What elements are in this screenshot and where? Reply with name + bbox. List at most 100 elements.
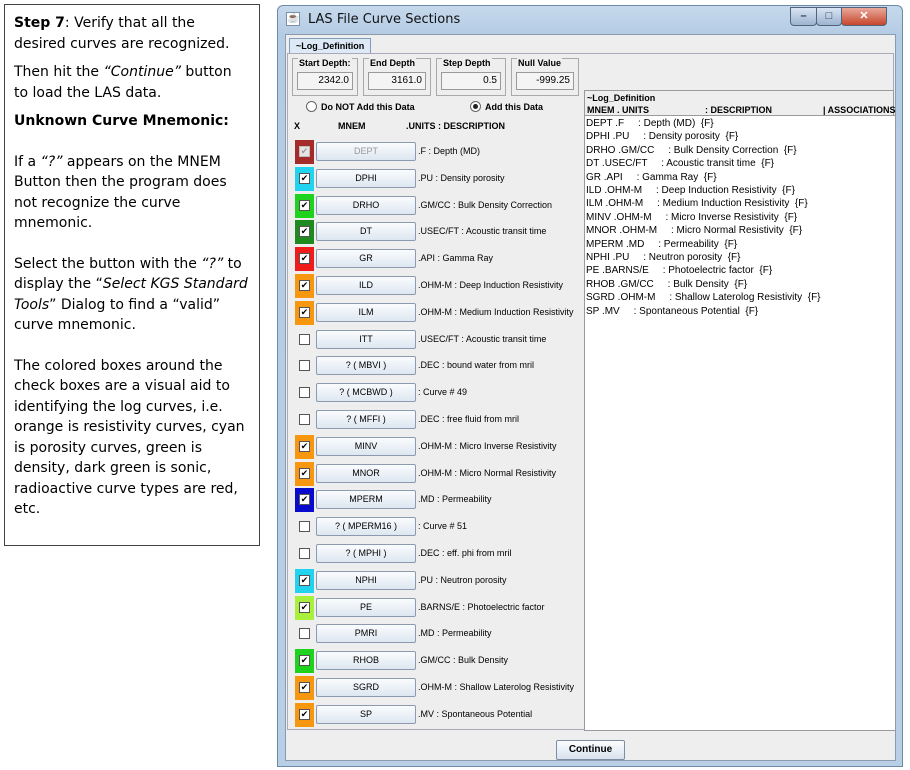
curve-checkbox[interactable]: ✔ [299, 655, 310, 667]
curve-checkbox[interactable]: ✔ [299, 494, 310, 506]
curve-color-indicator: ✔ [295, 461, 314, 486]
curve-row: ? ( MCBWD ): Curve # 49 [290, 380, 580, 406]
curve-checkbox[interactable]: ✔ [299, 574, 310, 586]
end-depth-group: End Depth 3161.0 [363, 58, 431, 96]
colors-paragraph: The colored boxes around the check boxes… [14, 357, 245, 518]
curve-color-indicator [295, 354, 314, 378]
mnem-button[interactable]: ? ( MPERM16 ) [316, 517, 416, 537]
curve-checkbox[interactable]: ✔ [299, 306, 310, 318]
close-button[interactable]: ✕ [841, 7, 887, 26]
curve-checkbox[interactable]: ✔ [299, 682, 310, 693]
curve-checkbox[interactable]: ✔ [299, 146, 310, 157]
curve-checkbox[interactable]: ✔ [299, 199, 310, 211]
mnem-button[interactable]: DPHI [316, 168, 416, 188]
mnem-button[interactable]: NPHI [316, 570, 416, 590]
tab-log-definition[interactable]: ~Log_Definition [289, 38, 372, 54]
null-value-field[interactable]: -999.25 [516, 72, 574, 90]
curve-checkbox[interactable]: ✔ [299, 601, 310, 613]
mnem-button[interactable]: ITT [316, 329, 416, 349]
curve-row: ? ( MFFI ) .DEC : free fluid from mril [290, 407, 580, 433]
col-header-x: X [294, 121, 301, 131]
minimize-button[interactable]: – [790, 7, 817, 26]
log-definition-line: NPHI .PU : Neutron porosity {F} [586, 252, 741, 264]
curve-checkbox[interactable] [299, 387, 310, 399]
curve-checkbox[interactable]: ✔ [299, 440, 310, 452]
curve-description: .OHM-M : Micro Normal Resistivity [418, 467, 557, 478]
continue-button[interactable]: Continue [556, 740, 625, 760]
curve-description: .PU : Density porosity [418, 172, 505, 183]
curve-row: ✔ DEPT .F : Depth (MD) [290, 139, 580, 165]
curve-row: PMRI .MD : Permeability [290, 621, 580, 647]
mnem-button[interactable]: DEPT [316, 142, 416, 161]
curve-checkbox[interactable]: ✔ [299, 172, 310, 184]
radio-circle[interactable] [306, 101, 317, 112]
curve-color-indicator: ✔ [295, 193, 314, 218]
step-paragraph: Step 7: Verify that all the desired curv… [14, 13, 250, 54]
curve-color-indicator: ✔ [295, 247, 314, 272]
curve-row: ✔ DPHI .PU : Density porosity [290, 166, 580, 192]
curve-color-indicator: ✔ [295, 300, 314, 325]
log-definition-line: MNOR .OHM-M : Micro Normal Resistivity {… [586, 225, 803, 237]
mnem-button[interactable]: ? ( MBVI ) [316, 356, 416, 376]
curve-checkbox[interactable]: ✔ [299, 708, 310, 720]
radio-do-not-add[interactable]: Do NOT Add this Data [306, 101, 415, 112]
select-paragraph: Select the button with the “?” to displa… [14, 254, 250, 336]
curve-checkbox[interactable] [299, 333, 310, 345]
log-definition-text-area[interactable]: DEPT .F : Depth (MD) {F} DPHI .PU : Densi… [584, 115, 896, 731]
curve-row: ✔ ILD .OHM-M : Deep Induction Resistivity [290, 273, 580, 299]
curve-row: ✔ SGRD .OHM-M : Shallow Laterolog Resistiv… [290, 675, 580, 701]
end-depth-field[interactable]: 3161.0 [368, 72, 426, 90]
curve-description: .OHM-M : Deep Induction Resistivity [418, 280, 564, 290]
curve-description: : Curve # 49 [418, 387, 468, 398]
text: Then hit the [14, 64, 104, 80]
curve-row: ✔ RHOB .GM/CC : Bulk Density [290, 648, 580, 674]
mnem-button[interactable]: DT [316, 222, 416, 242]
step-depth-field[interactable]: 0.5 [441, 72, 501, 90]
curve-row: ✔ MNOR .OHM-M : Micro Normal Resistivity [290, 461, 580, 487]
curve-description: .PU : Neutron porosity [418, 574, 507, 585]
mnem-button[interactable]: ILM [316, 302, 416, 322]
mnem-button[interactable]: MINV [316, 436, 416, 456]
mnem-button[interactable]: GR [316, 249, 416, 269]
step-label: Step 7 [14, 15, 65, 31]
curve-color-indicator [295, 542, 314, 566]
start-depth-field[interactable]: 2342.0 [297, 72, 353, 90]
mnem-button[interactable]: MPERM [316, 490, 416, 510]
mnem-button[interactable]: ILD [316, 276, 416, 295]
curve-checkbox[interactable] [299, 360, 310, 372]
curve-row: ✔ MPERM .MD : Permeability [290, 487, 580, 513]
curve-checkbox[interactable] [299, 548, 310, 559]
mnem-button[interactable]: SP [316, 704, 416, 724]
curve-row: ? ( MBVI ) .DEC : bound water from mril [290, 353, 580, 379]
window-title: LAS File Curve Sections [308, 12, 461, 27]
curve-checkbox[interactable]: ✔ [299, 280, 310, 291]
curve-checkbox[interactable] [299, 414, 310, 425]
mnem-button[interactable]: RHOB [316, 651, 416, 671]
curve-description: .MD : Permeability [418, 494, 492, 505]
mnem-button[interactable]: MNOR [316, 463, 416, 483]
curve-checkbox[interactable]: ✔ [299, 253, 310, 265]
mnem-button[interactable]: PE [316, 597, 416, 617]
mnem-button[interactable]: ? ( MCBWD ) [316, 383, 416, 403]
mnem-button[interactable]: SGRD [316, 678, 416, 697]
curve-checkbox[interactable] [299, 521, 310, 533]
mnem-button[interactable]: PMRI [316, 624, 416, 644]
maximize-button[interactable]: □ [816, 7, 842, 26]
log-definition-line: SGRD .OHM-M : Shallow Laterolog Resistiv… [586, 292, 821, 304]
log-definition-line: PE .BARNS/E : Photoelectric factor {F} [586, 265, 773, 277]
mnem-button[interactable]: DRHO [316, 195, 416, 215]
curve-checkbox[interactable]: ✔ [299, 226, 310, 238]
col-header-mnem: MNEM [338, 121, 366, 131]
curve-checkbox[interactable] [299, 628, 310, 640]
curve-color-indicator: ✔ [295, 166, 314, 191]
mnem-button[interactable]: ? ( MFFI ) [316, 410, 416, 429]
mnem-button[interactable]: ? ( MPHI ) [316, 544, 416, 563]
log-definition-line: DPHI .PU : Density porosity {F} [586, 131, 739, 143]
radio-circle-selected[interactable] [470, 101, 481, 112]
title-bar[interactable]: ☕ LAS File Curve Sections – □ ✕ [278, 6, 902, 34]
curve-color-indicator: ✔ [295, 488, 314, 513]
curve-color-indicator: ✔ [295, 649, 314, 674]
curve-row: ✔ PE .BARNS/E : Photoelectric factor [290, 595, 580, 621]
radio-add[interactable]: Add this Data [470, 101, 543, 112]
curve-checkbox[interactable]: ✔ [299, 467, 310, 479]
